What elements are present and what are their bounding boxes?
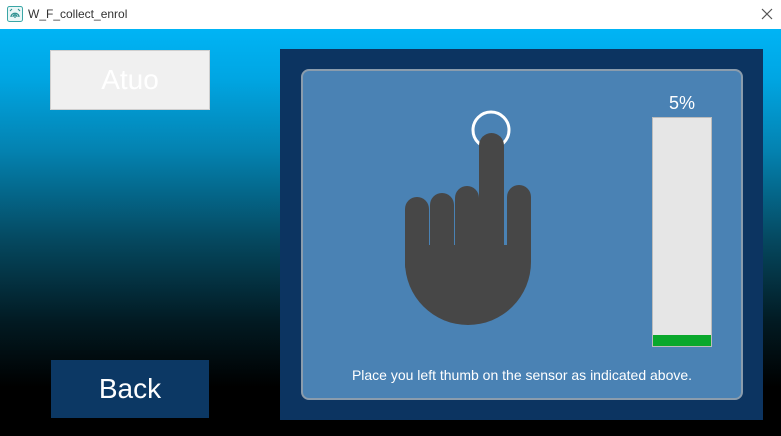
fingerprint-app-icon bbox=[7, 6, 23, 22]
instruction-text: Place you left thumb on the sensor as in… bbox=[351, 367, 693, 383]
back-button[interactable]: Back bbox=[51, 360, 209, 418]
auto-button[interactable]: Atuo bbox=[50, 50, 210, 110]
window-title: W_F_collect_enrol bbox=[28, 7, 128, 21]
progress-percent: 5% bbox=[668, 93, 695, 113]
pointing-hand-icon bbox=[405, 110, 531, 325]
close-icon[interactable] bbox=[758, 5, 776, 23]
progress-fill bbox=[653, 334, 711, 346]
enrollment-progress-bar bbox=[652, 117, 712, 347]
title-bar: W_F_collect_enrol bbox=[0, 0, 781, 29]
